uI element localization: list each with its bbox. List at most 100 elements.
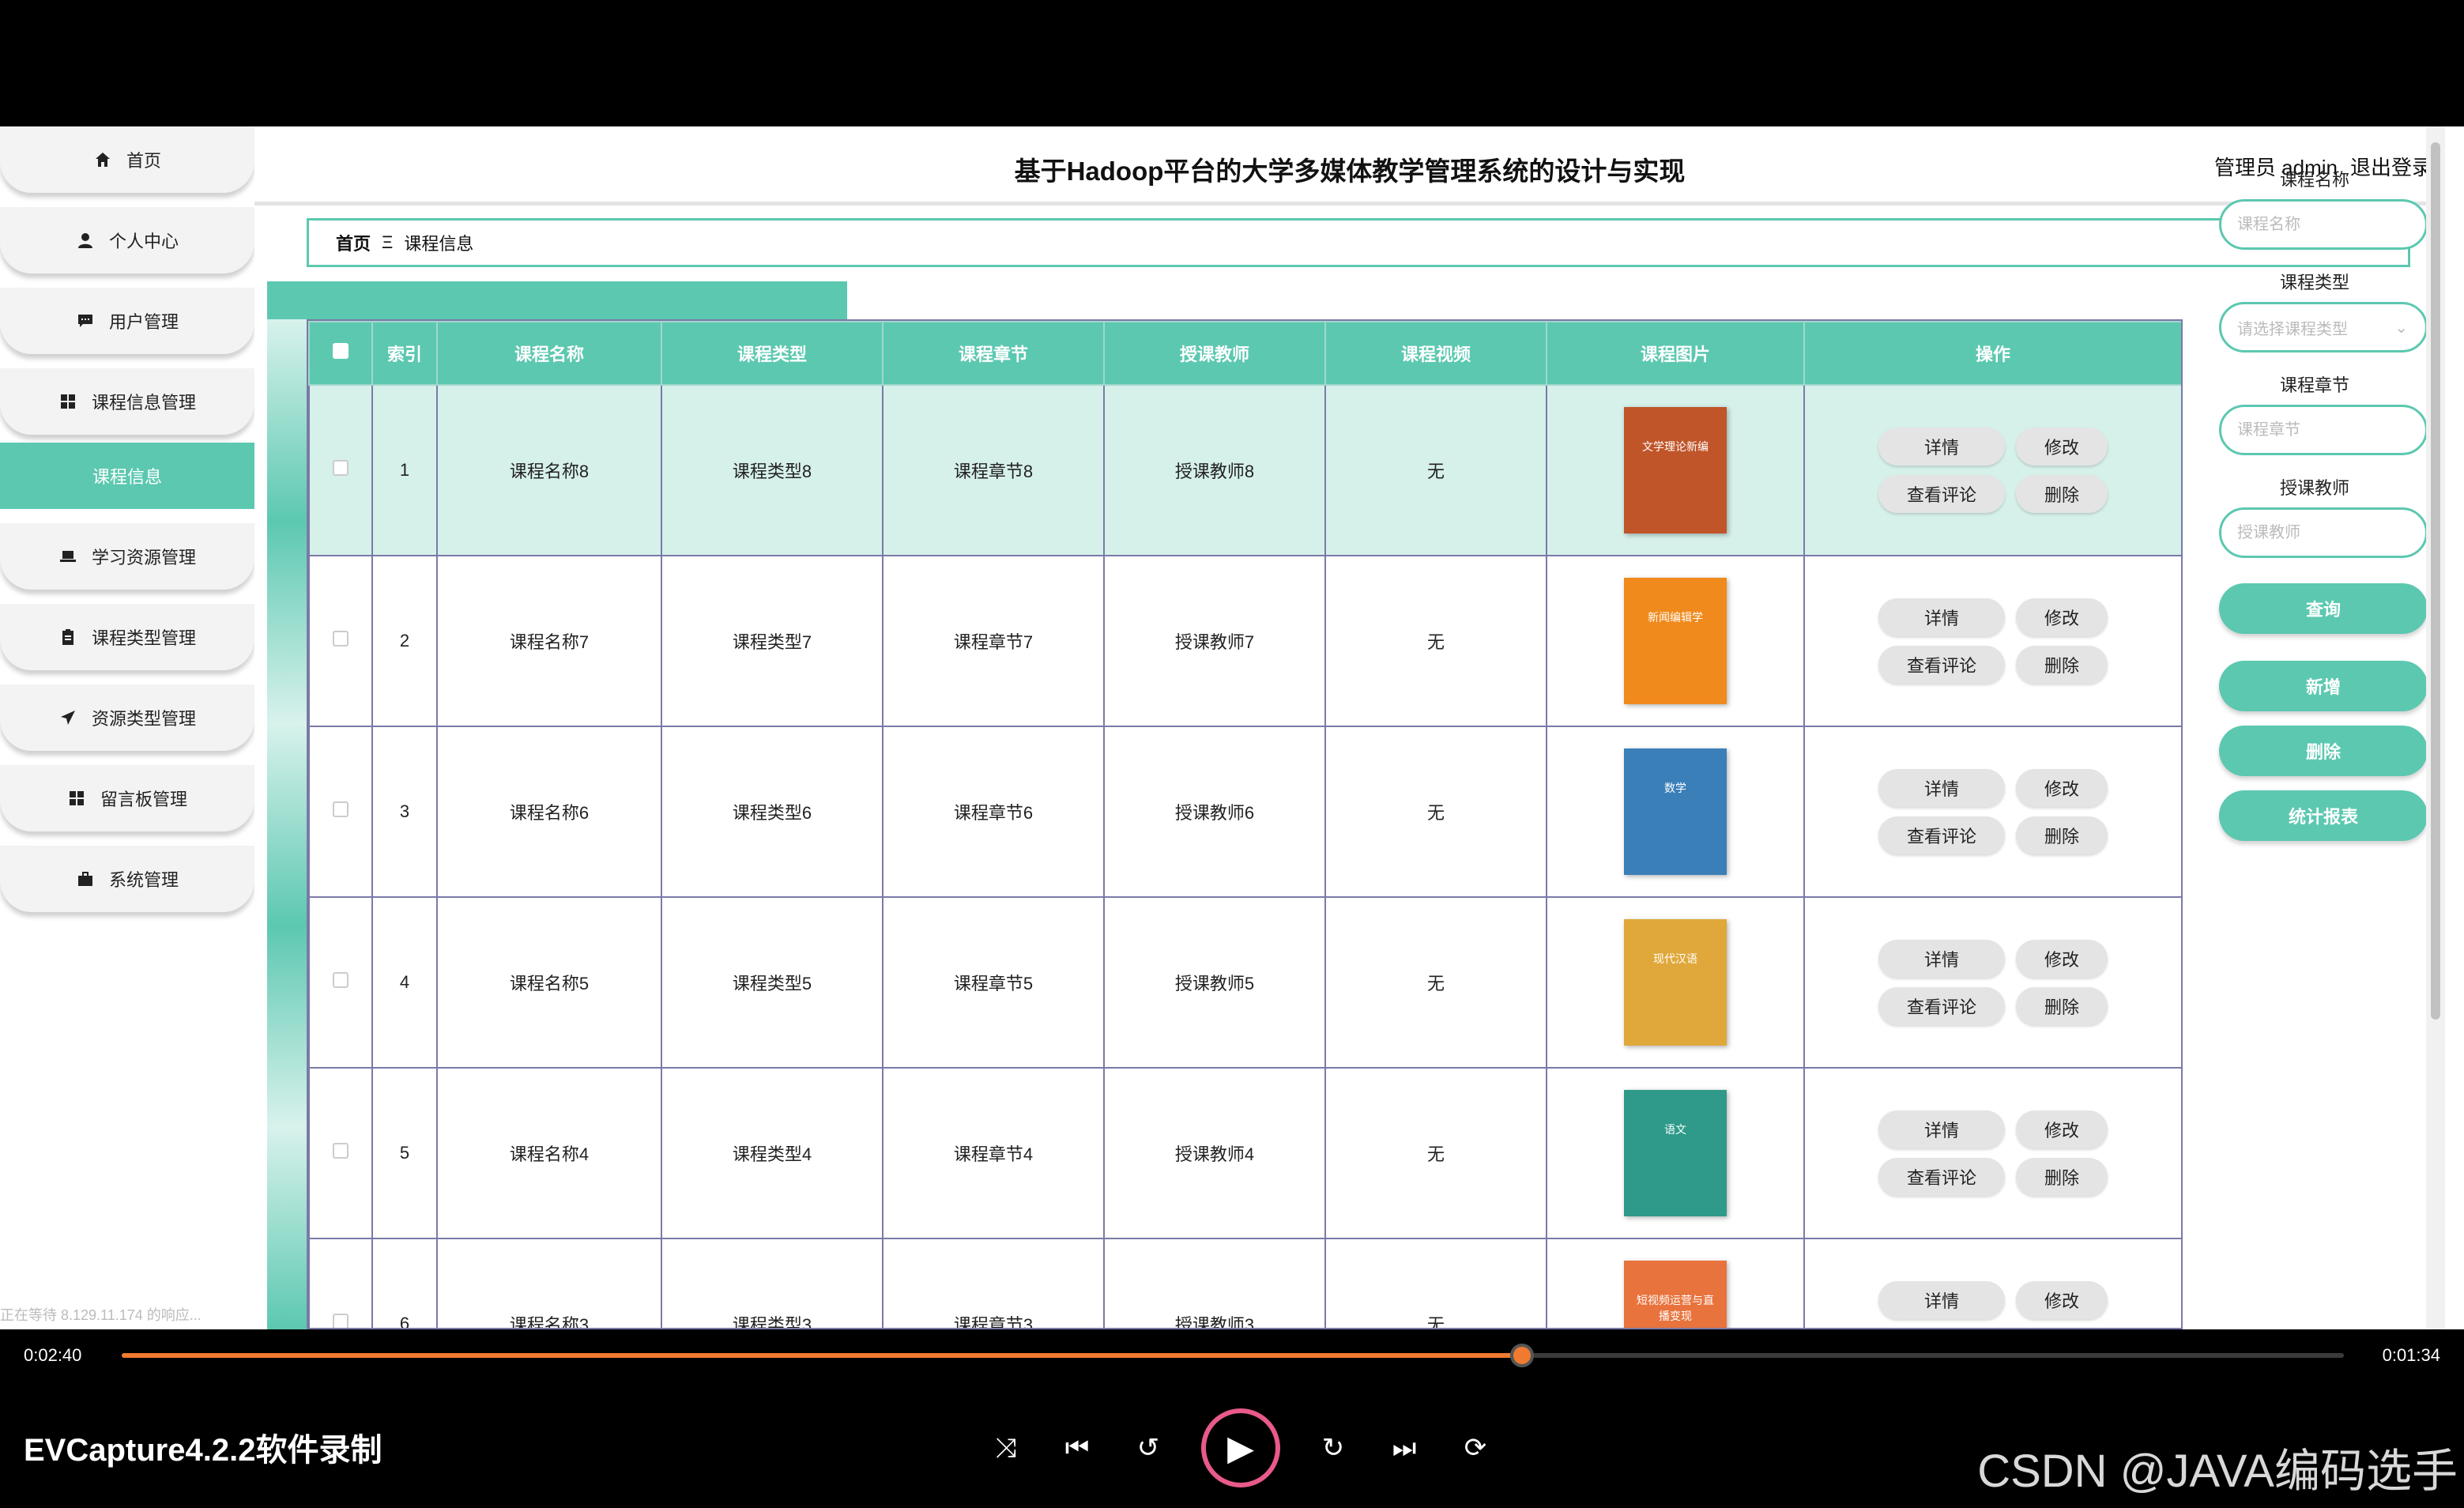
- search-course-name-input[interactable]: [2219, 199, 2428, 250]
- cell-course-type: 课程类型5: [661, 896, 883, 1069]
- edit-button[interactable]: 修改: [2016, 1110, 2108, 1148]
- rewind-10-icon[interactable]: ↺: [1130, 1430, 1166, 1466]
- search-panel: 课程名称 课程类型 请选择课程类型 ⌄ 课程章节 授课教师 查询 新增 删除 统…: [2200, 126, 2445, 1329]
- detail-button[interactable]: 详情: [1878, 1110, 2005, 1148]
- sidebar-item-personal-center[interactable]: 个人中心: [0, 207, 254, 273]
- sidebar-item-system-management[interactable]: 系统管理: [0, 846, 254, 912]
- progress-bar[interactable]: [122, 1344, 2344, 1367]
- row-select-cell[interactable]: [308, 1238, 373, 1328]
- delete-button[interactable]: 删除: [2016, 475, 2108, 513]
- view-comments-button[interactable]: 查看评论: [1878, 987, 2005, 1025]
- delete-button[interactable]: 删除: [2016, 1158, 2108, 1196]
- search-chapter-input[interactable]: [2219, 405, 2428, 455]
- view-comments-button[interactable]: 查看评论: [1878, 1158, 2005, 1196]
- select-all-header[interactable]: [308, 321, 373, 386]
- detail-button[interactable]: 详情: [1878, 940, 2005, 978]
- column-header-course-type: 课程类型: [661, 321, 883, 386]
- sidebar-item-user-management[interactable]: 用户管理: [0, 288, 254, 354]
- table-row[interactable]: 2 课程名称7 课程类型7 课程章节7 授课教师7 无 新闻编辑学 详情 修改 …: [308, 555, 2181, 727]
- row-checkbox[interactable]: [333, 631, 349, 647]
- column-header-course-name: 课程名称: [436, 321, 662, 386]
- select-all-checkbox[interactable]: [333, 343, 349, 359]
- progress-knob[interactable]: [1509, 1344, 1534, 1367]
- add-button[interactable]: 新增: [2219, 661, 2428, 711]
- cell-index: 3: [371, 726, 438, 898]
- column-header-video: 课程视频: [1324, 321, 1547, 386]
- table-row[interactable]: 6 课程名称3 课程类型3 课程章节3 授课教师3 无 短视频运营与直播变现 详…: [308, 1238, 2181, 1328]
- row-checkbox[interactable]: [333, 1314, 349, 1328]
- cell-course-name: 课程名称5: [436, 896, 662, 1069]
- cover-title: 现代汉语: [1653, 952, 1697, 965]
- edit-button[interactable]: 修改: [2016, 940, 2108, 978]
- detail-button[interactable]: 详情: [1878, 598, 2005, 636]
- course-cover-image: 语文: [1624, 1090, 1727, 1216]
- course-cover-image: 数学: [1624, 748, 1727, 875]
- scrollbar-thumb[interactable]: [2431, 142, 2440, 1020]
- table-row[interactable]: 5 课程名称4 课程类型4 课程章节4 授课教师4 无 语文 详情 修改 查看评…: [308, 1067, 2181, 1239]
- sidebar-item-resource-type-management[interactable]: 资源类型管理: [0, 684, 254, 751]
- sidebar-item-learning-resources[interactable]: 学习资源管理: [0, 523, 254, 590]
- vertical-scrollbar[interactable]: [2426, 126, 2445, 1329]
- delete-button[interactable]: 删除: [2016, 646, 2108, 684]
- statistics-report-button[interactable]: 统计报表: [2219, 790, 2428, 841]
- cell-video: 无: [1324, 726, 1547, 898]
- table-row[interactable]: 3 课程名称6 课程类型6 课程章节6 授课教师6 无 数学 详情 修改 查看评…: [308, 726, 2181, 898]
- row-select-cell[interactable]: [308, 726, 373, 898]
- view-comments-button[interactable]: 查看评论: [1878, 475, 2005, 513]
- delete-button[interactable]: 删除: [2016, 816, 2108, 854]
- edit-button[interactable]: 修改: [2016, 598, 2108, 636]
- shuffle-icon[interactable]: ⤨: [988, 1430, 1024, 1466]
- remaining-time: 0:01:34: [2382, 1345, 2440, 1365]
- sidebar-item-course-info-management[interactable]: 课程信息管理: [0, 368, 254, 435]
- search-course-type-select[interactable]: 请选择课程类型 ⌄: [2219, 302, 2428, 352]
- row-checkbox[interactable]: [333, 460, 349, 476]
- cell-video: 无: [1324, 1238, 1547, 1328]
- breadcrumb-home[interactable]: 首页: [336, 230, 371, 255]
- view-comments-button[interactable]: 查看评论: [1878, 816, 2005, 854]
- browser-status-text: 正在等待 8.129.11.174 的响应...: [0, 1307, 202, 1323]
- sidebar-item-course-type-management[interactable]: 课程类型管理: [0, 604, 254, 670]
- row-checkbox[interactable]: [333, 972, 349, 988]
- row-checkbox[interactable]: [333, 801, 349, 817]
- play-button[interactable]: ▶: [1201, 1408, 1280, 1487]
- sidebar-item-label: 课程类型管理: [91, 628, 196, 648]
- cell-index: 4: [371, 896, 438, 1069]
- search-teacher-input[interactable]: [2219, 507, 2428, 558]
- cover-title: 文学理论新编: [1642, 440, 1709, 453]
- row-checkbox[interactable]: [333, 1143, 349, 1159]
- cell-teacher: 授课教师7: [1103, 555, 1326, 727]
- decorative-banner: [267, 281, 847, 319]
- detail-button[interactable]: 详情: [1878, 428, 2005, 466]
- row-select-cell[interactable]: [308, 1067, 373, 1239]
- view-comments-button[interactable]: 查看评论: [1878, 646, 2005, 684]
- playback-controls: ⤨ ⏮ ↺ ▶ ↻ ⏭ ⟳: [988, 1408, 1494, 1487]
- next-icon[interactable]: ⏭: [1386, 1430, 1422, 1466]
- sidebar-item-home[interactable]: 首页: [0, 126, 254, 193]
- row-select-cell[interactable]: [308, 555, 373, 727]
- edit-button[interactable]: 修改: [2016, 428, 2108, 466]
- table-row[interactable]: 4 课程名称5 课程类型5 课程章节5 授课教师5 无 现代汉语 详情 修改 查…: [308, 896, 2181, 1069]
- cell-teacher: 授课教师3: [1103, 1238, 1326, 1328]
- detail-button[interactable]: 详情: [1878, 769, 2005, 807]
- cell-teacher: 授课教师6: [1103, 726, 1326, 898]
- course-cover-image: 短视频运营与直播变现: [1624, 1261, 1727, 1328]
- cell-actions: 详情 修改 查看评论 删除: [1803, 726, 2181, 898]
- edit-button[interactable]: 修改: [2016, 769, 2108, 807]
- sidebar-item-label: 首页: [126, 151, 161, 171]
- detail-button[interactable]: 详情: [1878, 1281, 2005, 1319]
- batch-delete-button[interactable]: 删除: [2219, 726, 2428, 776]
- previous-icon[interactable]: ⏮: [1059, 1430, 1095, 1466]
- query-button[interactable]: 查询: [2219, 583, 2428, 634]
- forward-30-icon[interactable]: ↻: [1315, 1430, 1351, 1466]
- row-select-cell[interactable]: [308, 384, 373, 556]
- repeat-icon[interactable]: ⟳: [1457, 1430, 1494, 1466]
- cell-index: 2: [371, 555, 438, 727]
- table-row[interactable]: 1 课程名称8 课程类型8 课程章节8 授课教师8 无 文学理论新编 详情 修改…: [308, 384, 2181, 556]
- row-select-cell[interactable]: [308, 896, 373, 1069]
- delete-button[interactable]: 删除: [2016, 987, 2108, 1025]
- search-course-type-label: 课程类型: [2279, 273, 2349, 292]
- edit-button[interactable]: 修改: [2016, 1281, 2108, 1319]
- recorder-brand: EVCapture4.2.2软件录制: [24, 1433, 382, 1468]
- sidebar-item-course-info[interactable]: 课程信息: [0, 443, 254, 509]
- sidebar-item-message-board[interactable]: 留言板管理: [0, 765, 254, 831]
